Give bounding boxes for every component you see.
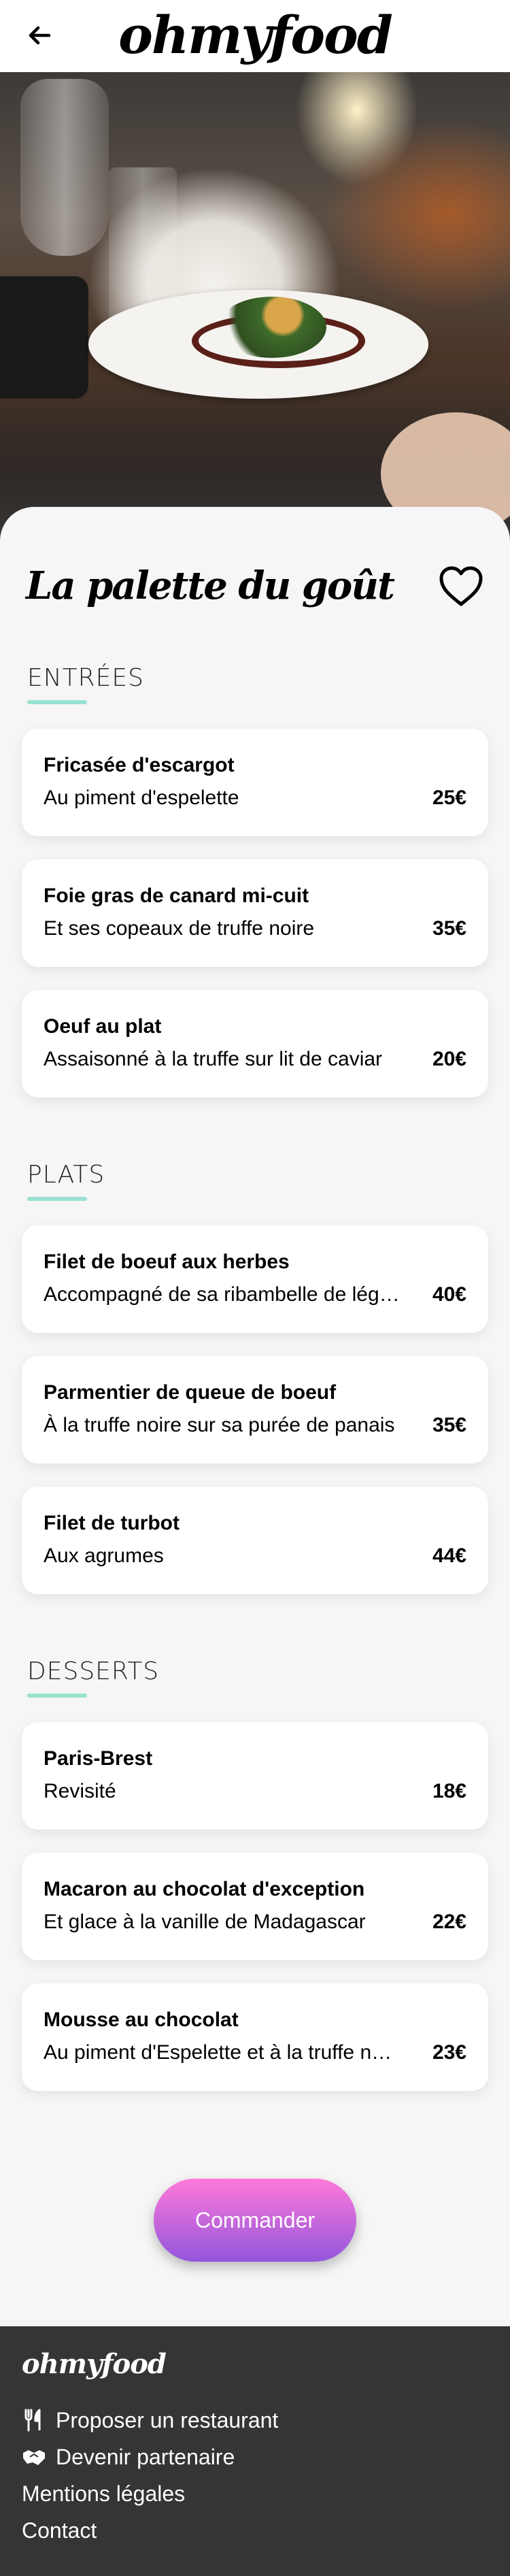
footer: ohmyfood Proposer un restaurant Devenir … xyxy=(0,2326,510,2576)
dish-card[interactable]: Filet de boeuf aux herbes Accompagné de … xyxy=(22,1225,488,1333)
dish-price: 44€ xyxy=(432,1545,466,1567)
footer-link-label: Contact xyxy=(22,2518,97,2543)
dish-price: 20€ xyxy=(432,1048,466,1070)
dish-price: 25€ xyxy=(432,787,466,809)
footer-link-contact[interactable]: Contact xyxy=(22,2517,97,2544)
dish-name: Filet de turbot xyxy=(44,1512,180,1534)
dish-description: Au piment d'Espelette et à la truffe n… xyxy=(44,2041,392,2064)
dish-name: Parmentier de queue de boeuf xyxy=(44,1381,337,1404)
footer-link-legal[interactable]: Mentions légales xyxy=(22,2480,185,2507)
footer-link-label: Proposer un restaurant xyxy=(56,2408,279,2432)
dish-name: Filet de boeuf aux herbes xyxy=(44,1251,290,1273)
app-logo[interactable]: ohmyfood xyxy=(0,5,510,65)
dish-card[interactable]: Paris-Brest Revisité 18€ xyxy=(22,1722,488,1830)
dish-name: Mousse au chocolat xyxy=(44,2009,239,2031)
section-underline xyxy=(27,700,87,704)
footer-link-label: Mentions légales xyxy=(22,2481,186,2506)
dish-description: Revisité xyxy=(44,1780,116,1802)
dish-description: Assaisonné à la truffe sur lit de caviar xyxy=(44,1048,383,1070)
dish-price: 23€ xyxy=(432,2041,466,2064)
dish-card[interactable]: Foie gras de canard mi-cuit Et ses copea… xyxy=(22,859,488,967)
order-button[interactable]: Commander xyxy=(154,2179,356,2262)
footer-link-become-partner[interactable]: Devenir partenaire xyxy=(22,2443,235,2471)
restaurant-hero-image xyxy=(0,72,510,548)
dish-card[interactable]: Parmentier de queue de boeuf À la truffe… xyxy=(22,1356,488,1464)
dish-name: Oeuf au plat xyxy=(44,1015,162,1038)
dish-description: Et ses copeaux de truffe noire xyxy=(44,917,315,940)
dish-description: Aux agrumes xyxy=(44,1545,164,1567)
menu-content: La palette du goût ENTRÉES Fricasée d'es… xyxy=(0,507,510,2326)
favorite-button[interactable] xyxy=(435,563,487,610)
heart-outline-icon xyxy=(439,566,483,606)
dish-price: 35€ xyxy=(432,1414,466,1436)
section-title: PLATS xyxy=(27,1161,105,1189)
dish-name: Foie gras de canard mi-cuit xyxy=(44,885,309,907)
dish-card[interactable]: Fricasée d'escargot Au piment d'espelett… xyxy=(22,729,488,836)
dish-price: 40€ xyxy=(432,1283,466,1306)
dish-card[interactable]: Macaron au chocolat d'exception Et glace… xyxy=(22,1853,488,1960)
footer-link-label: Devenir partenaire xyxy=(56,2445,235,2469)
section-underline xyxy=(27,1197,87,1201)
section-title: DESSERTS xyxy=(27,1657,160,1685)
handshake-icon xyxy=(22,2445,46,2469)
dish-card[interactable]: Filet de turbot Aux agrumes 44€ xyxy=(22,1487,488,1594)
dish-price: 35€ xyxy=(432,917,466,940)
dish-description: Au piment d'espelette xyxy=(44,787,239,809)
utensils-icon xyxy=(22,2408,46,2432)
footer-logo[interactable]: ohmyfood xyxy=(22,2347,167,2382)
top-header: ohmyfood xyxy=(0,0,510,72)
section-underline xyxy=(27,1694,87,1698)
section-title: ENTRÉES xyxy=(27,664,145,692)
dish-name: Fricasée d'escargot xyxy=(44,754,235,776)
footer-link-propose-restaurant[interactable]: Proposer un restaurant xyxy=(22,2407,278,2434)
dish-card[interactable]: Mousse au chocolat Au piment d'Espelette… xyxy=(22,1983,488,2091)
dish-price: 18€ xyxy=(432,1780,466,1802)
dish-description: Et glace à la vanille de Madagascar xyxy=(44,1911,366,1933)
restaurant-title: La palette du goût xyxy=(26,563,395,608)
dish-name: Macaron au chocolat d'exception xyxy=(44,1878,365,1900)
dish-description: À la truffe noire sur sa purée de panais xyxy=(44,1414,395,1436)
dish-card[interactable]: Oeuf au plat Assaisonné à la truffe sur … xyxy=(22,990,488,1097)
dish-description: Accompagné de sa ribambelle de lég… xyxy=(44,1283,400,1306)
dish-price: 22€ xyxy=(432,1911,466,1933)
dish-name: Paris-Brest xyxy=(44,1747,153,1770)
